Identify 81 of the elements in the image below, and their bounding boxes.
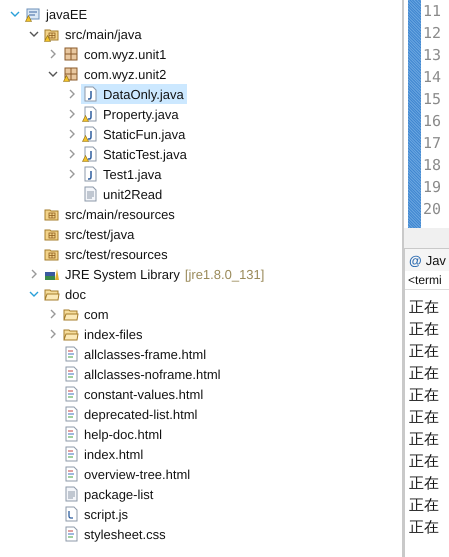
console-line: 正在 bbox=[409, 495, 440, 516]
text-file-icon bbox=[63, 486, 79, 502]
expand-chevron-icon[interactable] bbox=[67, 169, 77, 179]
expand-chevron-icon[interactable] bbox=[67, 89, 77, 99]
tree-item[interactable]: Test1.java bbox=[81, 164, 165, 184]
tree-item[interactable]: com bbox=[62, 304, 112, 324]
tree-item[interactable]: index.html bbox=[62, 444, 146, 464]
tree-item[interactable]: StaticTest.java bbox=[81, 144, 190, 164]
html-file-icon bbox=[63, 446, 79, 462]
line-number: 19 bbox=[423, 177, 442, 198]
tree-item[interactable]: javaEE bbox=[24, 4, 90, 24]
html-file-icon bbox=[63, 526, 79, 542]
collapse-chevron-icon[interactable] bbox=[48, 69, 58, 79]
html-file-icon bbox=[63, 466, 79, 482]
tree-item[interactable]: src/test/resources bbox=[43, 244, 171, 264]
line-number: 11 bbox=[423, 1, 442, 22]
expand-chevron-icon[interactable] bbox=[67, 149, 77, 159]
expand-chevron-icon[interactable] bbox=[48, 329, 58, 339]
tree-item[interactable]: package-list bbox=[62, 484, 156, 504]
console-line: 正在 bbox=[409, 473, 440, 494]
expand-chevron-icon[interactable] bbox=[48, 49, 58, 59]
collapse-chevron-icon[interactable] bbox=[29, 29, 39, 39]
package-icon bbox=[63, 46, 79, 62]
console-line: 正在 bbox=[409, 319, 440, 340]
expand-chevron-icon[interactable] bbox=[67, 109, 77, 119]
tree-item[interactable]: overview-tree.html bbox=[62, 464, 194, 484]
expand-chevron-icon[interactable] bbox=[29, 269, 39, 279]
text-file-icon bbox=[82, 186, 98, 202]
tree-item[interactable]: StaticFun.java bbox=[81, 124, 188, 144]
html-file-icon bbox=[63, 366, 79, 382]
html-file-icon bbox=[63, 346, 79, 362]
line-number: 12 bbox=[423, 23, 442, 44]
expand-chevron-icon[interactable] bbox=[67, 129, 77, 139]
tree-item[interactable]: unit2Read bbox=[81, 184, 166, 204]
tree-item[interactable]: help-doc.html bbox=[62, 424, 166, 444]
line-number: 16 bbox=[423, 111, 442, 132]
console-line: 正在 bbox=[409, 517, 440, 538]
console-line: 正在 bbox=[409, 363, 440, 384]
line-number: 15 bbox=[423, 89, 442, 110]
java-file-icon bbox=[82, 166, 98, 182]
html-file-icon bbox=[63, 426, 79, 442]
project-icon bbox=[25, 6, 41, 22]
console-line: 正在 bbox=[409, 451, 440, 472]
tree-item[interactable]: com.wyz.unit2 bbox=[62, 64, 170, 84]
tree-item[interactable]: allclasses-frame.html bbox=[62, 344, 210, 364]
tree-item[interactable]: index-files bbox=[62, 324, 146, 344]
tree-item[interactable]: DataOnly.java bbox=[81, 84, 187, 104]
package-icon bbox=[63, 66, 79, 82]
console-line: 正在 bbox=[409, 341, 440, 362]
line-number: 14 bbox=[423, 67, 442, 88]
library-version: [jre1.8.0_131] bbox=[184, 266, 264, 282]
html-file-icon bbox=[63, 406, 79, 422]
java-file-icon bbox=[82, 126, 98, 142]
tree-item[interactable]: script.js bbox=[62, 504, 132, 524]
html-file-icon bbox=[63, 386, 79, 402]
java-file-icon bbox=[82, 86, 98, 102]
tree-item[interactable]: stylesheet.css bbox=[62, 524, 169, 544]
line-number: 20 bbox=[423, 199, 442, 220]
java-file-icon bbox=[82, 106, 98, 122]
console-line: 正在 bbox=[409, 429, 440, 450]
tree-item[interactable]: doc bbox=[43, 284, 89, 304]
tree-item[interactable]: constant-values.html bbox=[62, 384, 206, 404]
tree-item[interactable]: com.wyz.unit1 bbox=[62, 44, 170, 64]
console-line: 正在 bbox=[409, 407, 440, 428]
tree-item[interactable]: deprecated-list.html bbox=[62, 404, 200, 424]
line-number: 18 bbox=[423, 155, 442, 176]
tree-item[interactable]: JRE System Library bbox=[43, 264, 183, 284]
console-tab[interactable]: @ Jav bbox=[405, 249, 449, 271]
tree-item[interactable]: src/main/resources bbox=[43, 204, 178, 224]
script-file-icon bbox=[63, 506, 79, 522]
console-title: <termi bbox=[405, 271, 449, 290]
console-line: 正在 bbox=[409, 385, 440, 406]
line-number: 13 bbox=[423, 45, 442, 66]
java-file-icon bbox=[82, 146, 98, 162]
tree-item[interactable]: src/test/java bbox=[43, 224, 138, 244]
tree-item[interactable]: allclasses-noframe.html bbox=[62, 364, 224, 384]
expand-chevron-icon[interactable] bbox=[48, 309, 58, 319]
console-line: 正在 bbox=[409, 297, 440, 318]
line-number: 17 bbox=[423, 133, 442, 154]
tree-item[interactable]: src/main/java bbox=[43, 24, 145, 44]
tree-item[interactable]: Property.java bbox=[81, 104, 182, 124]
